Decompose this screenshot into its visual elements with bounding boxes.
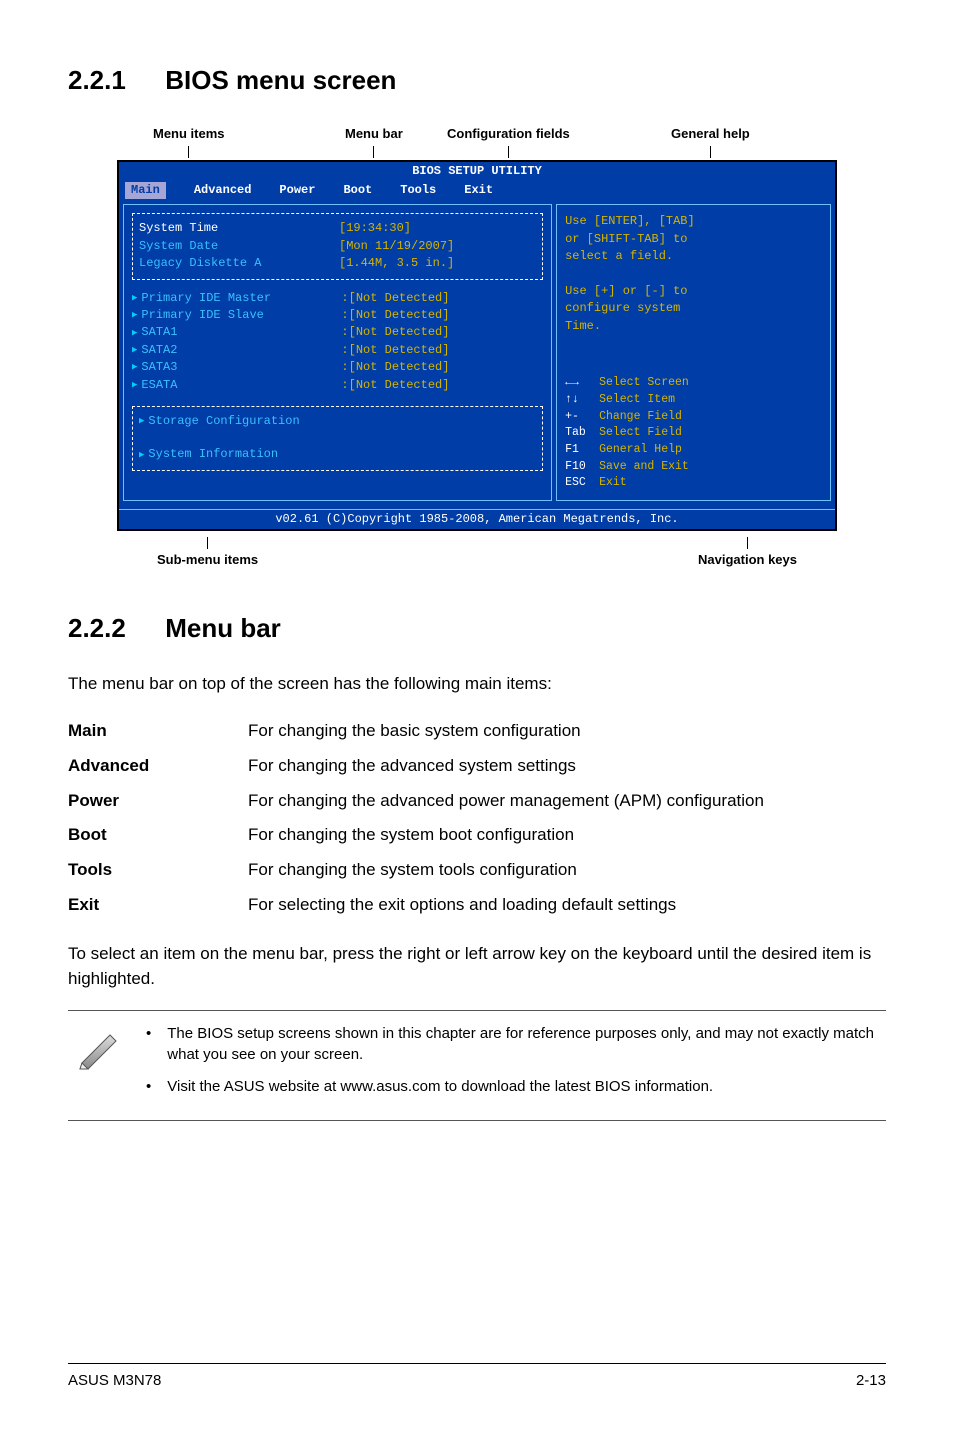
legend-key: Tab <box>565 425 599 442</box>
field-label: System Time <box>139 220 339 237</box>
submenu-item[interactable]: Storage Configuration <box>148 413 299 430</box>
def-desc: For changing the system boot configurati… <box>248 818 764 853</box>
bios-menu-main[interactable]: Main <box>125 182 166 199</box>
table-row: AdvancedFor changing the advanced system… <box>68 749 764 784</box>
bios-left-pane: System Time[19:34:30] System Date[Mon 11… <box>123 204 552 500</box>
section-title: Menu bar <box>165 613 281 643</box>
top-callouts: Menu items Menu bar Configuration fields… <box>117 124 837 160</box>
note-item: The BIOS setup screens shown in this cha… <box>142 1023 880 1067</box>
field-value[interactable]: [1.44M, 3.5 in.] <box>339 255 454 272</box>
bios-menubar: Main Advanced Power Boot Tools Exit <box>119 181 835 200</box>
bios-submenu-box: Storage Configuration System Information <box>132 406 543 471</box>
bios-title: BIOS SETUP UTILITY <box>119 162 835 181</box>
bottom-callouts: Sub-menu items Navigation keys <box>117 537 837 570</box>
definitions-table: MainFor changing the basic system config… <box>68 714 764 922</box>
bios-device-list: Primary IDE Master:[Not Detected]Primary… <box>132 290 543 394</box>
bios-menu-exit[interactable]: Exit <box>464 182 493 199</box>
callout-config-fields: Configuration fields <box>447 126 570 141</box>
table-row: ExitFor selecting the exit options and l… <box>68 888 764 923</box>
legend-desc: Save and Exit <box>599 460 689 473</box>
device-value: :[Not Detected] <box>341 290 449 307</box>
legend-key: ↑↓ <box>565 392 599 409</box>
def-term: Advanced <box>68 749 248 784</box>
device-label[interactable]: ESATA <box>141 377 341 394</box>
legend-desc: Select Item <box>599 393 675 406</box>
legend-key: F1 <box>565 442 599 459</box>
bios-help-pane: Use [ENTER], [TAB]or [SHIFT-TAB] toselec… <box>556 204 831 500</box>
bios-menu-tools[interactable]: Tools <box>400 182 436 199</box>
device-value: :[Not Detected] <box>341 359 449 376</box>
callout-general-help: General help <box>671 126 750 141</box>
legend-key: ←→ <box>565 375 599 392</box>
pencil-icon <box>74 1023 122 1071</box>
def-desc: For selecting the exit options and loadi… <box>248 888 764 923</box>
select-instruction: To select an item on the menu bar, press… <box>68 942 886 991</box>
field-value[interactable]: [19:34:30] <box>339 220 411 237</box>
device-label[interactable]: SATA3 <box>141 359 341 376</box>
def-term: Boot <box>68 818 248 853</box>
section-title: BIOS menu screen <box>165 65 396 95</box>
device-value: :[Not Detected] <box>341 377 449 394</box>
legend-desc: General Help <box>599 443 682 456</box>
menubar-intro: The menu bar on top of the screen has th… <box>68 672 886 697</box>
bios-window: BIOS SETUP UTILITY Main Advanced Power B… <box>117 160 837 532</box>
legend-desc: Change Field <box>599 410 682 423</box>
def-desc: For changing the advanced system setting… <box>248 749 764 784</box>
table-row: PowerFor changing the advanced power man… <box>68 784 764 819</box>
def-term: Power <box>68 784 248 819</box>
bios-menu-advanced[interactable]: Advanced <box>194 182 252 199</box>
section-number: 2.2.2 <box>68 610 158 648</box>
section-number: 2.2.1 <box>68 62 158 100</box>
def-term: Tools <box>68 853 248 888</box>
note-block: The BIOS setup screens shown in this cha… <box>68 1010 886 1121</box>
field-label: Legacy Diskette A <box>139 255 339 272</box>
table-row: MainFor changing the basic system config… <box>68 714 764 749</box>
callout-menu-items: Menu items <box>153 126 225 141</box>
footer-left: ASUS M3N78 <box>68 1370 161 1392</box>
bios-help-text: Use [ENTER], [TAB]or [SHIFT-TAB] toselec… <box>565 213 822 335</box>
callout-menu-bar: Menu bar <box>345 126 403 141</box>
device-label[interactable]: SATA2 <box>141 342 341 359</box>
note-item: Visit the ASUS website at www.asus.com t… <box>142 1076 880 1098</box>
def-desc: For changing the system tools configurat… <box>248 853 764 888</box>
field-label: System Date <box>139 238 339 255</box>
legend-desc: Exit <box>599 476 627 489</box>
legend-key: ESC <box>565 475 599 492</box>
legend-desc: Select Screen <box>599 376 689 389</box>
device-label[interactable]: Primary IDE Master <box>141 290 341 307</box>
callout-submenu: Sub-menu items <box>157 552 258 567</box>
def-desc: For changing the basic system configurat… <box>248 714 764 749</box>
def-desc: For changing the advanced power manageme… <box>248 784 764 819</box>
bios-diagram: Menu items Menu bar Configuration fields… <box>117 124 837 570</box>
legend-key: +- <box>565 409 599 426</box>
def-term: Main <box>68 714 248 749</box>
footer-right: 2-13 <box>856 1370 886 1392</box>
bios-legend: ←→Select Screen↑↓Select Item+-Change Fie… <box>565 375 822 492</box>
field-value[interactable]: [Mon 11/19/2007] <box>339 238 454 255</box>
bios-menu-power[interactable]: Power <box>279 182 315 199</box>
section-heading: 2.2.2 Menu bar <box>68 610 886 648</box>
device-value: :[Not Detected] <box>341 324 449 341</box>
table-row: ToolsFor changing the system tools confi… <box>68 853 764 888</box>
bios-copyright: v02.61 (C)Copyright 1985-2008, American … <box>119 509 835 529</box>
note-list: The BIOS setup screens shown in this cha… <box>142 1023 880 1108</box>
callout-nav-keys: Navigation keys <box>698 552 797 567</box>
bios-time-box: System Time[19:34:30] System Date[Mon 11… <box>132 213 543 279</box>
device-label[interactable]: Primary IDE Slave <box>141 307 341 324</box>
def-term: Exit <box>68 888 248 923</box>
device-value: :[Not Detected] <box>341 342 449 359</box>
table-row: BootFor changing the system boot configu… <box>68 818 764 853</box>
device-value: :[Not Detected] <box>341 307 449 324</box>
legend-key: F10 <box>565 459 599 476</box>
submenu-item[interactable]: System Information <box>148 446 278 463</box>
bios-menu-boot[interactable]: Boot <box>343 182 372 199</box>
section-heading: 2.2.1 BIOS menu screen <box>68 62 886 100</box>
legend-desc: Select Field <box>599 426 682 439</box>
page-footer: ASUS M3N78 2-13 <box>68 1363 886 1392</box>
device-label[interactable]: SATA1 <box>141 324 341 341</box>
